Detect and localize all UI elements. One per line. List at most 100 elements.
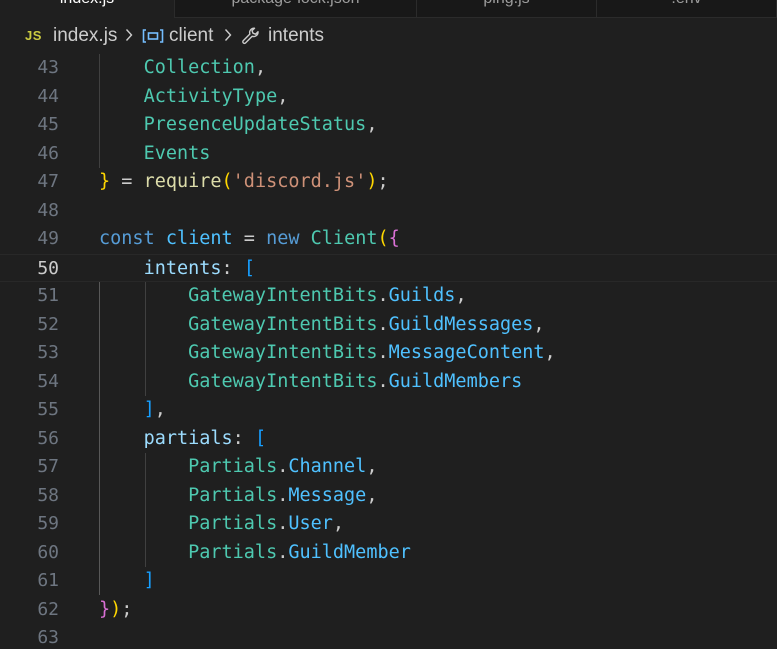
- code-token: GatewayIntentBits: [188, 285, 378, 306]
- code-token: (: [377, 228, 389, 249]
- code-editor[interactable]: 43 Collection, 44 ActivityType, 45 Presenc…: [0, 54, 777, 649]
- code-token: GuildMembers: [388, 370, 523, 392]
- code-token: MessageContent: [388, 342, 545, 363]
- code-line[interactable]: 62});: [0, 596, 777, 625]
- line-number: 45: [37, 114, 59, 135]
- code-token: GuildMember: [288, 541, 411, 563]
- code-text: ]: [99, 567, 155, 596]
- js-file-icon: JS: [25, 28, 42, 43]
- code-line[interactable]: 57 Partials.Channel,: [0, 453, 777, 482]
- code-text: intents: [: [99, 255, 255, 284]
- code-text: const client = new Client({: [99, 225, 400, 254]
- code-token: Guilds: [388, 285, 456, 306]
- code-line[interactable]: 53 GatewayIntentBits.MessageContent,: [0, 339, 777, 368]
- tab-label: ping.js: [417, 0, 596, 8]
- code-text: GatewayIntentBits.GuildMessages,: [99, 311, 545, 340]
- code-line[interactable]: 48: [0, 197, 777, 226]
- line-number: 63: [37, 627, 59, 648]
- code-line[interactable]: 43 Collection,: [0, 54, 777, 83]
- line-number: 50: [37, 257, 59, 279]
- breadcrumb-symbol-client[interactable]: client: [169, 25, 213, 47]
- variable-symbol-icon: [142, 29, 164, 43]
- code-token: intents: [143, 257, 222, 279]
- code-token: ,: [533, 313, 545, 335]
- code-token: .: [377, 285, 389, 306]
- tab-label: package-lock.json: [175, 0, 416, 8]
- code-token: Partials: [188, 541, 278, 563]
- code-line[interactable]: 50 intents: [: [0, 253, 777, 284]
- code-text: GatewayIntentBits.GuildMembers: [99, 368, 522, 397]
- code-line[interactable]: 61 ]: [0, 567, 777, 596]
- tab-package-lock-json[interactable]: package-lock.json: [175, 0, 417, 18]
- tab-index-js[interactable]: index.js: [0, 0, 175, 18]
- code-line[interactable]: 55 ],: [0, 396, 777, 425]
- code-token: ,: [277, 85, 289, 107]
- code-token: ,: [366, 456, 378, 477]
- breadcrumb: JS index.js client intents: [0, 18, 777, 54]
- chevron-right-icon: [125, 29, 133, 41]
- code-token: .: [277, 541, 289, 563]
- code-token: GatewayIntentBits: [188, 313, 378, 335]
- code-line[interactable]: 56 partials: [: [0, 425, 777, 454]
- code-token: ,: [366, 484, 378, 506]
- code-token: ;: [377, 171, 389, 192]
- line-number: 62: [37, 598, 59, 620]
- code-token: [: [243, 257, 255, 279]
- code-token: Partials: [188, 513, 278, 534]
- line-number: 47: [37, 171, 59, 192]
- code-token: Events: [143, 142, 211, 164]
- line-number: 59: [37, 513, 59, 534]
- code-token: =: [110, 171, 144, 192]
- breadcrumb-symbol-intents[interactable]: intents: [268, 25, 324, 47]
- code-line[interactable]: 52 GatewayIntentBits.GuildMessages,: [0, 311, 777, 340]
- tab-env[interactable]: .env: [597, 0, 777, 18]
- code-line[interactable]: 47} = require('discord.js');: [0, 168, 777, 197]
- code-text: Partials.User,: [99, 510, 344, 539]
- code-token: Partials: [188, 484, 278, 506]
- code-token: Channel: [288, 456, 367, 477]
- code-line[interactable]: 54 GatewayIntentBits.GuildMembers: [0, 368, 777, 397]
- code-text: ],: [99, 396, 166, 425]
- code-line[interactable]: 59 Partials.User,: [0, 510, 777, 539]
- code-line[interactable]: 58 Partials.Message,: [0, 482, 777, 511]
- code-text: GatewayIntentBits.MessageContent,: [99, 339, 556, 368]
- code-token: .: [377, 313, 389, 335]
- code-token: ,: [544, 342, 556, 363]
- code-token: client: [165, 228, 233, 249]
- code-line[interactable]: 45 PresenceUpdateStatus,: [0, 111, 777, 140]
- tab-ping-js[interactable]: ping.js: [417, 0, 597, 18]
- line-number: 46: [37, 142, 59, 164]
- code-line[interactable]: 46 Events: [0, 140, 777, 169]
- line-number: 58: [37, 484, 59, 506]
- code-text: Events: [99, 140, 211, 169]
- code-token: ,: [154, 399, 166, 420]
- code-token: }: [99, 598, 111, 620]
- code-token: ;: [121, 598, 133, 620]
- code-line[interactable]: 60 Partials.GuildMember: [0, 539, 777, 568]
- code-token: const: [99, 228, 155, 249]
- line-number: 54: [37, 370, 59, 392]
- code-token: .: [377, 370, 389, 392]
- code-token: .: [277, 456, 289, 477]
- code-line[interactable]: 44 ActivityType,: [0, 83, 777, 112]
- breadcrumb-file[interactable]: index.js: [53, 25, 117, 47]
- code-token: require: [143, 171, 222, 192]
- code-line[interactable]: 49 const client = new Client({: [0, 225, 777, 254]
- code-line[interactable]: 51 GatewayIntentBits.Guilds,: [0, 282, 777, 311]
- code-token: ]: [143, 399, 155, 420]
- code-text: ActivityType,: [99, 83, 289, 112]
- line-number: 53: [37, 342, 59, 363]
- line-number: 52: [37, 313, 59, 335]
- code-text: });: [99, 596, 132, 625]
- code-line[interactable]: 63: [0, 624, 777, 649]
